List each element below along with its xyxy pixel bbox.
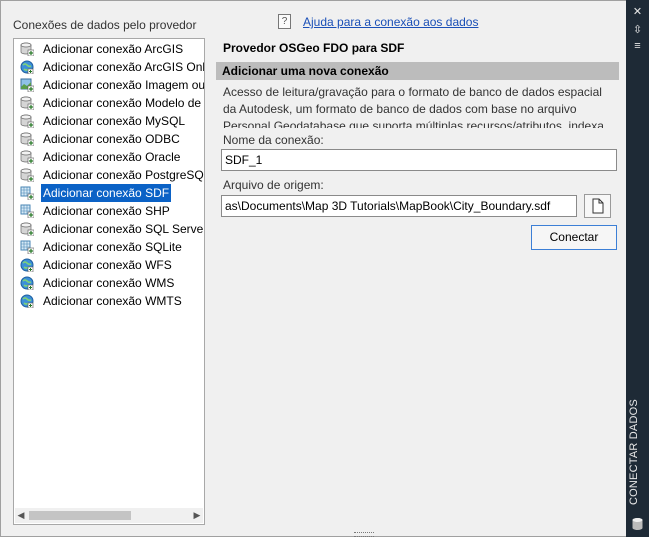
- provider-description: Acesso de leitura/gravação para o format…: [223, 85, 604, 128]
- list-item[interactable]: Adicionar conexão Modelo de dados: [14, 94, 204, 112]
- help-icon[interactable]: ?: [278, 14, 291, 29]
- list-item[interactable]: Adicionar conexão SQLite: [14, 238, 204, 256]
- pin-icon[interactable]: ⇳: [631, 24, 644, 36]
- db-icon: [20, 114, 35, 129]
- providers-list[interactable]: Adicionar conexão ArcGIS Adicionar conexã…: [13, 38, 205, 525]
- list-item-label: Adicionar conexão SQL Server: [43, 222, 205, 236]
- list-item-label: Adicionar conexão ArcGIS Online: [43, 60, 205, 74]
- globe-icon: [20, 60, 34, 75]
- list-item-label: Adicionar conexão PostgreSQL: [43, 168, 205, 182]
- section-header: Adicionar uma nova conexão: [216, 62, 619, 80]
- database-icon: [632, 518, 643, 530]
- list-item-label: Adicionar conexão WMS: [43, 276, 175, 290]
- list-item[interactable]: Adicionar conexão SDF: [14, 184, 204, 202]
- list-item[interactable]: Adicionar conexão Oracle: [14, 148, 204, 166]
- list-item[interactable]: Adicionar conexão WMTS: [14, 292, 204, 310]
- list-item[interactable]: Adicionar conexão WFS: [14, 256, 204, 274]
- list-item-label: Adicionar conexão Oracle: [43, 150, 181, 164]
- db-icon: [20, 168, 35, 183]
- list-item-label: Adicionar conexão SHP: [43, 204, 170, 218]
- db-icon: [20, 42, 35, 57]
- connect-button[interactable]: Conectar: [531, 225, 617, 250]
- source-file-input[interactable]: as\Documents\Map 3D Tutorials\MapBook\Ci…: [221, 195, 577, 217]
- list-item[interactable]: Adicionar conexão SQL Server: [14, 220, 204, 238]
- properties-icon[interactable]: ≡: [631, 40, 644, 52]
- list-item[interactable]: Adicionar conexão WMS: [14, 274, 204, 292]
- scrollbar-thumb[interactable]: [29, 511, 131, 520]
- close-icon[interactable]: ✕: [631, 6, 644, 18]
- db-icon: [20, 96, 35, 111]
- list-item-label: Adicionar conexão MySQL: [43, 114, 186, 128]
- resize-grip[interactable]: [354, 532, 374, 537]
- grid-icon: [20, 204, 35, 219]
- list-item-label: Adicionar conexão ODBC: [43, 132, 180, 146]
- list-item-label: Adicionar conexão SDF: [41, 184, 172, 202]
- panel-title: CONECTAR DADOS: [628, 399, 640, 505]
- connection-name-label: Nome da conexão:: [223, 133, 324, 147]
- data-connect-panel: Conexões de dados pelo provedor ? Ajuda …: [0, 0, 627, 537]
- providers-title: Conexões de dados pelo provedor: [13, 18, 197, 32]
- list-item[interactable]: Adicionar conexão ArcGIS Online: [14, 58, 204, 76]
- help-link[interactable]: Ajuda para a conexão aos dados: [303, 15, 478, 29]
- scroll-right-icon[interactable]: ▶: [191, 508, 203, 523]
- list-item-label: Adicionar conexão Modelo de dados: [43, 96, 204, 110]
- list-item-label: Adicionar conexão SQLite: [43, 240, 182, 254]
- grid-icon: [20, 240, 35, 255]
- list-item-label: Adicionar conexão WFS: [43, 258, 172, 272]
- side-title-bar: ✕ ⇳ ≡ CONECTAR DADOS: [626, 0, 649, 537]
- db-icon: [20, 150, 35, 165]
- list-item[interactable]: Adicionar conexão Imagem ou superfície: [14, 76, 204, 94]
- document-icon: [592, 198, 604, 214]
- globe-icon: [20, 258, 34, 273]
- horizontal-scrollbar[interactable]: ◀ ▶: [15, 508, 203, 523]
- list-item-label: Adicionar conexão Imagem ou superfície: [43, 78, 205, 92]
- scroll-left-icon[interactable]: ◀: [15, 508, 27, 523]
- list-item[interactable]: Adicionar conexão ODBC: [14, 130, 204, 148]
- db-icon: [20, 222, 35, 237]
- globe-icon: [20, 294, 34, 309]
- list-item-label: Adicionar conexão ArcGIS: [43, 42, 184, 56]
- connection-name-input[interactable]: SDF_1: [221, 149, 617, 171]
- provider-title: Provedor OSGeo FDO para SDF: [223, 41, 405, 55]
- list-item-label: Adicionar conexão WMTS: [43, 294, 182, 308]
- list-item[interactable]: Adicionar conexão ArcGIS: [14, 40, 204, 58]
- raster-icon: [20, 78, 35, 93]
- grid-icon: [20, 186, 35, 201]
- source-file-label: Arquivo de origem:: [223, 178, 324, 192]
- list-item[interactable]: Adicionar conexão SHP: [14, 202, 204, 220]
- list-item[interactable]: Adicionar conexão PostgreSQL: [14, 166, 204, 184]
- browse-button[interactable]: [584, 194, 611, 218]
- globe-icon: [20, 276, 34, 291]
- db-icon: [20, 132, 35, 147]
- list-item[interactable]: Adicionar conexão MySQL: [14, 112, 204, 130]
